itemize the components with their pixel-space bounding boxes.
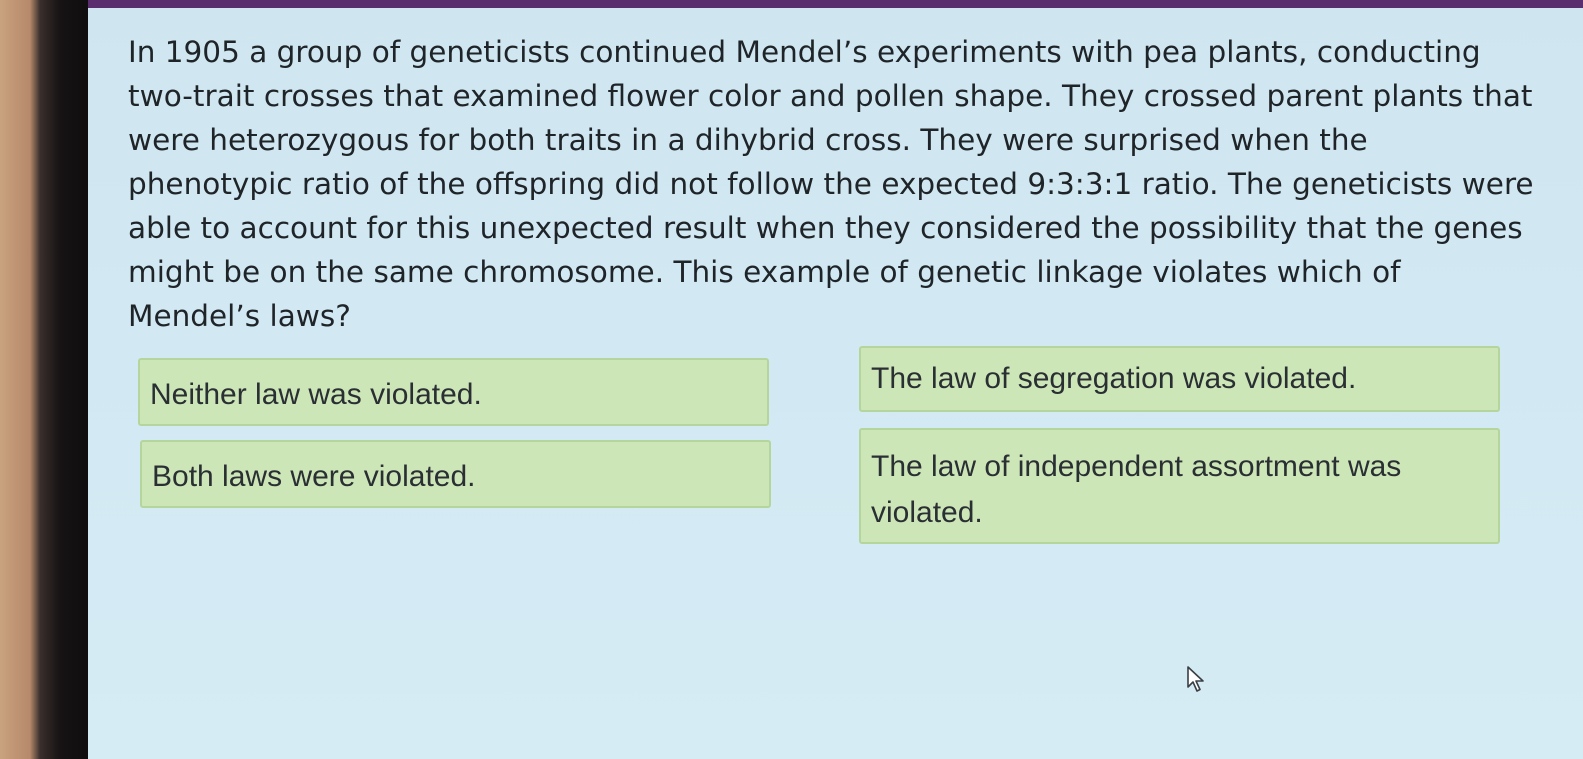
answer-option-neither[interactable]: Neither law was violated. (138, 358, 769, 426)
answer-option-segregation[interactable]: The law of segregation was violated. (859, 346, 1500, 412)
question-text: In 1905 a group of geneticists continued… (128, 35, 1534, 333)
monitor-bezel (0, 0, 95, 759)
quiz-screen: In 1905 a group of geneticists continued… (88, 0, 1583, 759)
answer-option-both[interactable]: Both laws were violated. (140, 440, 771, 508)
mouse-pointer-icon (1187, 666, 1204, 692)
top-bar (88, 0, 1583, 8)
answer-option-independent-assortment[interactable]: The law of independent assortment was vi… (859, 428, 1500, 544)
